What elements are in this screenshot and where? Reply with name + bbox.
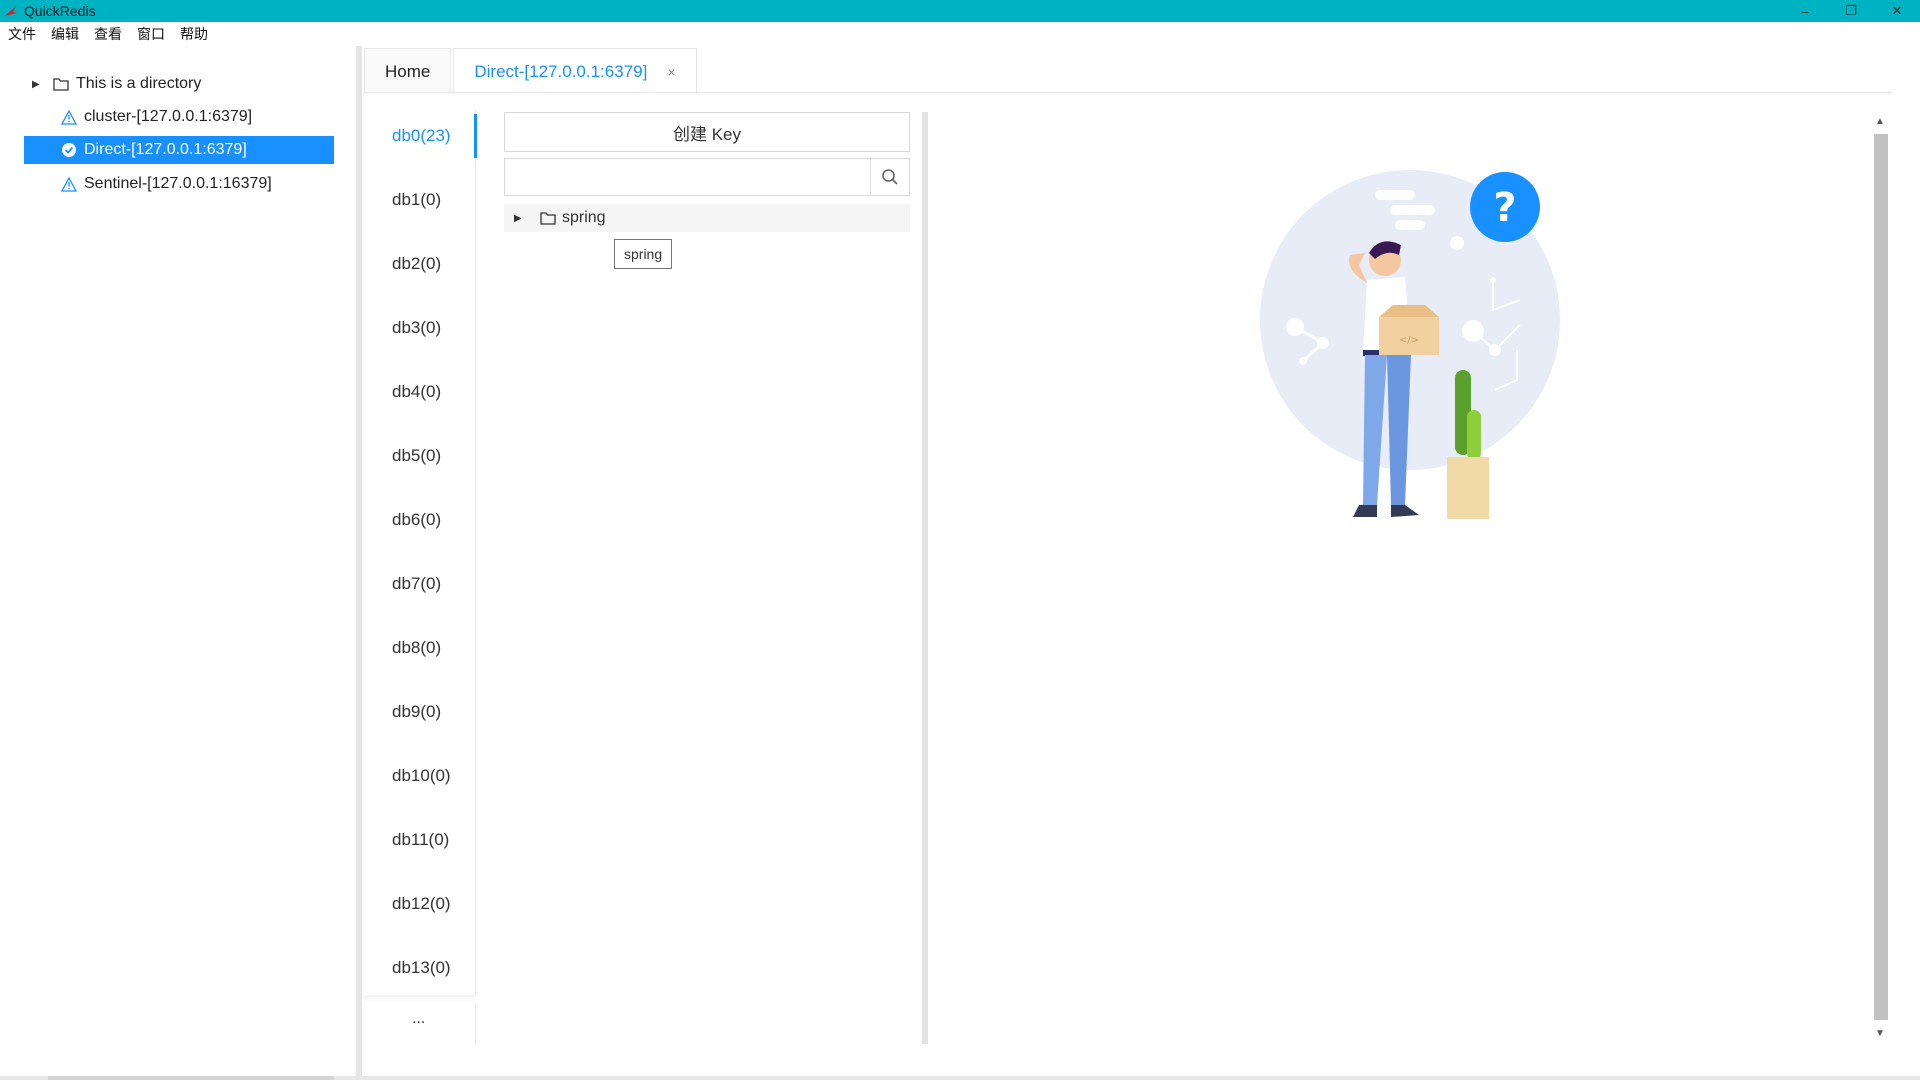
check-circle-icon xyxy=(60,141,78,159)
db-item[interactable]: db4(0) xyxy=(392,382,441,402)
tree-item-label: cluster-[127.0.0.1:6379] xyxy=(84,108,253,125)
window-title: QuickRedis xyxy=(24,3,96,19)
expand-arrow-icon[interactable]: ▶ xyxy=(32,79,48,90)
close-tab-icon[interactable]: × xyxy=(667,64,675,80)
vertical-scrollbar[interactable]: ▲ ▼ xyxy=(1872,112,1890,1044)
folder-icon xyxy=(52,75,70,93)
tree-item-label: This is a directory xyxy=(76,75,202,92)
tree-item-label: Sentinel-[127.0.0.1:16379] xyxy=(84,175,272,192)
close-window-button[interactable]: ✕ xyxy=(1874,0,1920,22)
tree-item-sentinel[interactable]: Sentinel-[127.0.0.1:16379] xyxy=(24,170,272,198)
folder-icon xyxy=(540,211,556,225)
tab-bar: Home Direct-[127.0.0.1:6379] × xyxy=(364,48,699,94)
create-key-button[interactable]: 创建 Key xyxy=(504,112,910,152)
restore-button[interactable]: ❐ xyxy=(1828,0,1874,22)
tree-item-direct[interactable]: Direct-[127.0.0.1:6379] xyxy=(24,136,334,164)
menu-view[interactable]: 查看 xyxy=(94,24,122,44)
tab-direct[interactable]: Direct-[127.0.0.1:6379] × xyxy=(453,48,697,94)
status-strip-segment xyxy=(48,1076,334,1080)
key-panel: 创建 Key ▶ spring spring xyxy=(504,112,910,269)
search-icon xyxy=(882,169,898,185)
db-item[interactable]: db7(0) xyxy=(392,574,441,594)
db-item[interactable]: db2(0) xyxy=(392,254,441,274)
scroll-down-icon[interactable]: ▼ xyxy=(1875,1028,1885,1039)
key-tree-item-spring[interactable]: ▶ spring xyxy=(504,204,910,232)
db-item[interactable]: db3(0) xyxy=(392,318,441,338)
db-item[interactable]: db11(0) xyxy=(392,830,449,850)
db-item[interactable]: db12(0) xyxy=(392,894,451,914)
db-list-fade xyxy=(364,995,476,1003)
left-splitter[interactable] xyxy=(356,46,362,1080)
menu-edit[interactable]: 编辑 xyxy=(51,24,79,44)
title-bar: QuickRedis – ❐ ✕ xyxy=(0,0,1920,22)
svg-text:?: ? xyxy=(1493,185,1516,231)
connection-tree: ▶ This is a directory cluster-[127.0.0.1… xyxy=(0,46,356,1080)
scrollbar-thumb[interactable] xyxy=(1874,134,1888,1020)
tree-item-label: Direct-[127.0.0.1:6379] xyxy=(84,141,247,158)
empty-state-illustration: ? </> xyxy=(1260,170,1560,519)
db-item[interactable]: db5(0) xyxy=(392,446,441,466)
database-list: db0(23) db1(0) db2(0) db3(0) db4(0) db5(… xyxy=(364,110,477,1045)
db-item[interactable]: db13(0) xyxy=(392,958,451,978)
minimize-button[interactable]: – xyxy=(1782,0,1828,22)
db-item[interactable]: db8(0) xyxy=(392,638,441,658)
search-button[interactable] xyxy=(871,158,910,196)
key-search-input[interactable] xyxy=(504,158,871,196)
key-panel-splitter[interactable] xyxy=(922,112,928,1044)
tree-item-directory[interactable]: ▶ This is a directory xyxy=(24,70,201,98)
db-item[interactable]: db1(0) xyxy=(392,190,441,210)
tooltip: spring xyxy=(614,239,673,269)
expand-arrow-icon[interactable]: ▶ xyxy=(514,213,530,224)
tree-item-cluster[interactable]: cluster-[127.0.0.1:6379] xyxy=(24,103,252,131)
warning-icon xyxy=(60,175,78,193)
app-logo-icon xyxy=(5,6,17,16)
db-item[interactable]: db9(0) xyxy=(392,702,441,722)
tab-home[interactable]: Home xyxy=(364,48,452,94)
menu-window[interactable]: 窗口 xyxy=(137,24,165,44)
scroll-up-icon[interactable]: ▲ xyxy=(1875,116,1885,127)
menu-bar: 文件 编辑 查看 窗口 帮助 xyxy=(0,22,1920,46)
tab-label: Home xyxy=(385,61,431,81)
tab-label: Direct-[127.0.0.1:6379] xyxy=(474,61,648,81)
db-item[interactable]: db0(23) xyxy=(392,126,451,146)
tab-divider xyxy=(364,92,1892,93)
db-item[interactable]: db6(0) xyxy=(392,510,441,530)
key-tree-label: spring xyxy=(562,209,606,226)
svg-text:</>: </> xyxy=(1399,335,1419,346)
active-db-indicator xyxy=(474,114,477,158)
warning-icon xyxy=(60,108,78,126)
menu-file[interactable]: 文件 xyxy=(8,24,36,44)
db-item[interactable]: db10(0) xyxy=(392,766,451,786)
db-more-button[interactable]: ... xyxy=(412,1010,425,1028)
key-search xyxy=(504,158,910,196)
status-strip xyxy=(0,1076,1920,1080)
menu-help[interactable]: 帮助 xyxy=(180,24,208,44)
